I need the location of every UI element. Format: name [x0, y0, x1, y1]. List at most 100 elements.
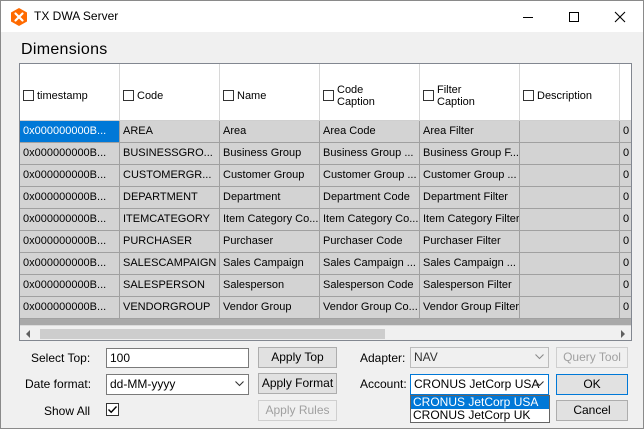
- column-select-checkbox[interactable]: [223, 90, 234, 101]
- table-cell[interactable]: Purchaser: [220, 231, 320, 253]
- table-cell[interactable]: Sales Campaign ...: [420, 253, 520, 275]
- table-cell[interactable]: 0x000000000B...: [20, 143, 120, 165]
- account-option[interactable]: CRONUS JetCorp UK: [411, 409, 549, 422]
- table-cell[interactable]: Department Code: [320, 187, 420, 209]
- table-cell[interactable]: Salesperson Code: [320, 275, 420, 297]
- table-cell[interactable]: [520, 209, 620, 231]
- table-cell[interactable]: Item Category Co...: [220, 209, 320, 231]
- table-cell[interactable]: ITEMCATEGORY: [120, 209, 220, 231]
- column-header[interactable]: Description: [520, 64, 620, 121]
- query-tool-button[interactable]: Query Tool: [556, 347, 628, 368]
- table-cell[interactable]: Vendor Group Filter: [420, 297, 520, 319]
- apply-top-button[interactable]: Apply Top: [258, 347, 337, 368]
- column-select-checkbox[interactable]: [423, 90, 434, 101]
- table-cell[interactable]: Customer Group: [220, 165, 320, 187]
- table-cell[interactable]: [520, 231, 620, 253]
- column-select-checkbox[interactable]: [523, 90, 534, 101]
- table-cell[interactable]: 0: [620, 209, 631, 231]
- table-cell[interactable]: Area: [220, 121, 320, 143]
- close-button[interactable]: [597, 2, 643, 31]
- scrollbar-thumb[interactable]: [40, 329, 385, 339]
- table-cell[interactable]: 0: [620, 297, 631, 319]
- column-header[interactable]: Code Caption: [320, 64, 420, 121]
- table-cell[interactable]: Business Group F...: [420, 143, 520, 165]
- column-header[interactable]: [620, 64, 631, 121]
- account-combobox[interactable]: CRONUS JetCorp USA: [410, 374, 549, 395]
- horizontal-scrollbar[interactable]: [20, 325, 631, 340]
- table-cell[interactable]: [520, 121, 620, 143]
- table-cell[interactable]: Area Filter: [420, 121, 520, 143]
- show-all-checkbox[interactable]: [106, 403, 119, 416]
- table-row[interactable]: 0x000000000B... SALESPERSON Salesperson Sal…: [20, 275, 631, 297]
- table-cell[interactable]: Sales Campaign: [220, 253, 320, 275]
- select-top-input[interactable]: 100: [106, 348, 249, 368]
- date-format-combobox[interactable]: dd-MM-yyyy: [106, 374, 249, 395]
- table-cell[interactable]: 0: [620, 143, 631, 165]
- table-cell[interactable]: [520, 143, 620, 165]
- table-cell[interactable]: Salesperson Filter: [420, 275, 520, 297]
- table-cell[interactable]: Salesperson: [220, 275, 320, 297]
- table-cell[interactable]: CUSTOMERGR...: [120, 165, 220, 187]
- table-cell[interactable]: [520, 275, 620, 297]
- table-cell[interactable]: 0x000000000B...: [20, 187, 120, 209]
- table-cell[interactable]: [520, 165, 620, 187]
- column-header[interactable]: Filter Caption: [420, 64, 520, 121]
- account-dropdown-list[interactable]: CRONUS JetCorp USA CRONUS JetCorp UK: [410, 395, 550, 423]
- table-cell[interactable]: SALESPERSON: [120, 275, 220, 297]
- table-cell[interactable]: Item Category Filter: [420, 209, 520, 231]
- column-select-checkbox[interactable]: [123, 90, 134, 101]
- table-row[interactable]: 0x000000000B... CUSTOMERGR... Customer Gro…: [20, 165, 631, 187]
- table-row[interactable]: 0x000000000B... PURCHASER Purchaser Purchas…: [20, 231, 631, 253]
- table-cell[interactable]: SALESCAMPAIGN: [120, 253, 220, 275]
- scroll-left-button[interactable]: [20, 326, 37, 340]
- table-cell[interactable]: [520, 187, 620, 209]
- table-row[interactable]: 0x000000000B... BUSINESSGRO... Business Gr…: [20, 143, 631, 165]
- table-cell[interactable]: Department Filter: [420, 187, 520, 209]
- table-cell[interactable]: AREA: [120, 121, 220, 143]
- table-cell[interactable]: PURCHASER: [120, 231, 220, 253]
- table-cell[interactable]: 0x000000000B...: [20, 275, 120, 297]
- table-cell[interactable]: 0x000000000B...: [20, 253, 120, 275]
- table-cell[interactable]: 0: [620, 165, 631, 187]
- table-cell[interactable]: 0x000000000B...: [20, 297, 120, 319]
- title-bar[interactable]: TX DWA Server: [1, 1, 643, 32]
- table-row[interactable]: 0x000000000B... VENDORGROUP Vendor Group Ve…: [20, 297, 631, 319]
- table-cell[interactable]: [520, 297, 620, 319]
- table-cell[interactable]: Department: [220, 187, 320, 209]
- table-cell[interactable]: Sales Campaign ...: [320, 253, 420, 275]
- cancel-button[interactable]: Cancel: [556, 400, 628, 421]
- table-cell[interactable]: 0: [620, 231, 631, 253]
- column-select-checkbox[interactable]: [23, 90, 34, 101]
- maximize-button[interactable]: [551, 2, 597, 31]
- table-cell[interactable]: 0x000000000B...: [20, 121, 120, 143]
- table-cell[interactable]: [520, 253, 620, 275]
- minimize-button[interactable]: [505, 2, 551, 31]
- apply-format-button[interactable]: Apply Format: [258, 373, 337, 394]
- table-cell[interactable]: 0: [620, 253, 631, 275]
- column-header[interactable]: Code: [120, 64, 220, 121]
- table-cell[interactable]: BUSINESSGRO...: [120, 143, 220, 165]
- table-cell[interactable]: Business Group ...: [320, 143, 420, 165]
- ok-button[interactable]: OK: [556, 374, 628, 395]
- table-cell[interactable]: Area Code: [320, 121, 420, 143]
- column-header[interactable]: timestamp: [20, 64, 120, 121]
- adapter-combobox[interactable]: NAV: [410, 347, 549, 368]
- table-cell[interactable]: Vendor Group Co...: [320, 297, 420, 319]
- table-cell[interactable]: Purchaser Filter: [420, 231, 520, 253]
- column-header[interactable]: Name: [220, 64, 320, 121]
- table-cell[interactable]: 0: [620, 275, 631, 297]
- data-grid[interactable]: timestamp Code Name Code Caption Filter Capt…: [19, 63, 632, 341]
- apply-rules-button[interactable]: Apply Rules: [258, 400, 337, 421]
- table-cell[interactable]: Business Group: [220, 143, 320, 165]
- table-cell[interactable]: VENDORGROUP: [120, 297, 220, 319]
- table-cell[interactable]: 0x000000000B...: [20, 165, 120, 187]
- scroll-right-button[interactable]: [614, 326, 631, 340]
- table-cell[interactable]: 0: [620, 121, 631, 143]
- table-cell[interactable]: Vendor Group: [220, 297, 320, 319]
- table-cell[interactable]: Customer Group ...: [420, 165, 520, 187]
- table-cell[interactable]: DEPARTMENT: [120, 187, 220, 209]
- table-cell[interactable]: Item Category Co...: [320, 209, 420, 231]
- table-row[interactable]: 0x000000000B... SALESCAMPAIGN Sales Campai…: [20, 253, 631, 275]
- table-row[interactable]: 0x000000000B... AREA Area Area Code Area Fil…: [20, 121, 631, 143]
- table-cell[interactable]: Purchaser Code: [320, 231, 420, 253]
